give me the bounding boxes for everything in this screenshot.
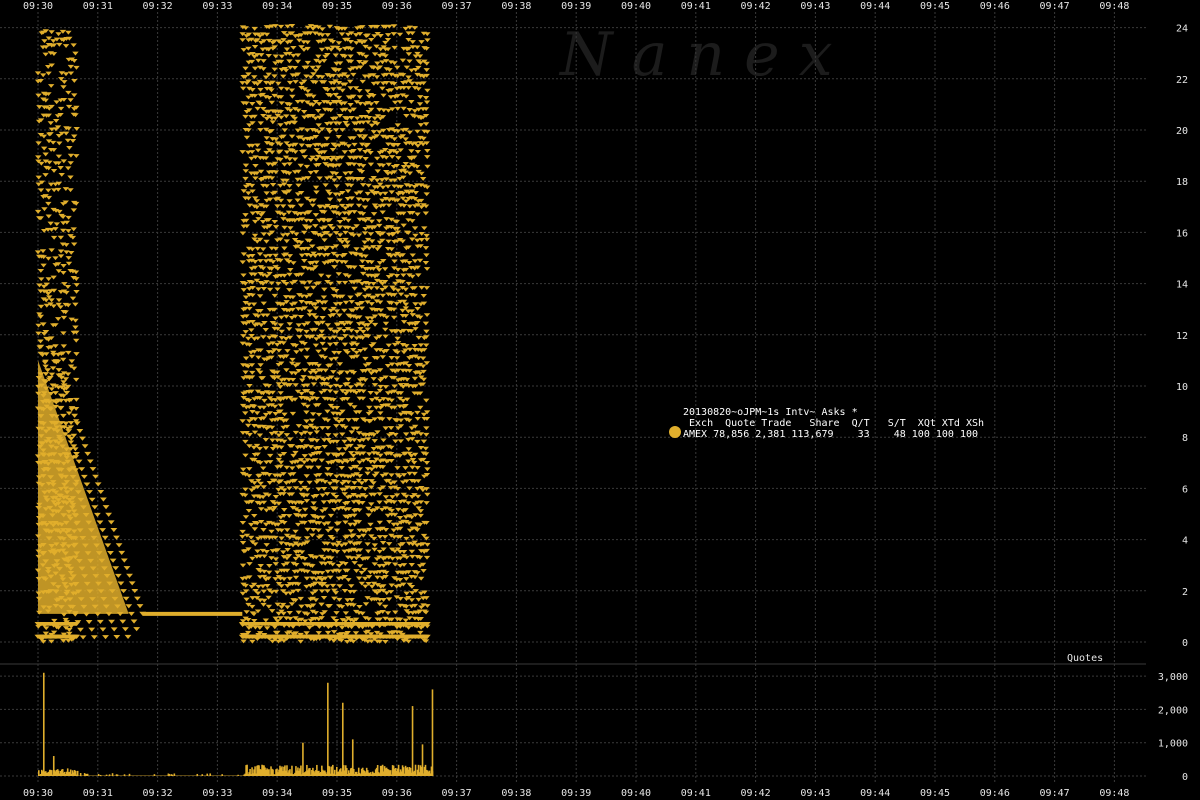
x-tick-label: 09:41 <box>681 1 711 12</box>
data-bar <box>414 764 417 776</box>
data-bar <box>411 706 414 776</box>
x-tick-label: 09:35 <box>322 1 352 12</box>
x-tick-label: 09:30 <box>23 788 53 799</box>
x-tick-label: 09:42 <box>741 788 771 799</box>
legend-title: 20130820~oJPM~1s Intv~ Asks * <box>683 407 858 418</box>
background <box>0 0 1200 800</box>
x-tick-label: 09:38 <box>501 1 531 12</box>
x-tick-label: 09:40 <box>621 788 651 799</box>
data-bar <box>431 689 434 776</box>
y-tick-label: 14 <box>1176 280 1188 291</box>
y-tick-label: 4 <box>1182 536 1188 547</box>
x-tick-label: 09:37 <box>442 1 472 12</box>
x-tick-label: 09:46 <box>980 1 1010 12</box>
x-tick-label: 09:42 <box>741 1 771 12</box>
x-tick-label: 09:34 <box>262 788 292 799</box>
x-tick-label: 09:35 <box>322 788 352 799</box>
data-bar <box>111 773 114 776</box>
y-tick-label: 0 <box>1182 772 1188 783</box>
x-tick-label: 09:34 <box>262 1 292 12</box>
x-tick-label: 09:36 <box>382 788 412 799</box>
x-tick-label: 09:44 <box>860 788 890 799</box>
data-bar <box>421 744 424 776</box>
data-bar <box>76 770 79 776</box>
data-bar <box>302 742 304 776</box>
x-tick-label: 09:32 <box>143 1 173 12</box>
y-tick-label: 3,000 <box>1158 672 1188 683</box>
x-tick-label: 09:48 <box>1099 788 1129 799</box>
x-tick-label: 09:31 <box>83 788 113 799</box>
x-tick-label: 09:47 <box>1040 788 1070 799</box>
x-tick-label: 09:41 <box>681 788 711 799</box>
y-tick-label: 10 <box>1176 382 1188 393</box>
y-tick-label: 20 <box>1176 126 1188 137</box>
y-tick-label: 24 <box>1176 24 1188 35</box>
legend-header: Exch Quote Trade Share Q/T S/T XQt XTd X… <box>683 418 984 429</box>
x-tick-label: 09:33 <box>202 788 232 799</box>
y-tick-label: 0 <box>1182 638 1188 649</box>
y-tick-label: 12 <box>1176 331 1188 342</box>
y-tick-label: 2 <box>1182 587 1188 598</box>
x-tick-label: 09:44 <box>860 1 890 12</box>
data-bar <box>79 773 82 776</box>
data-bar <box>206 773 209 776</box>
x-tick-label: 09:45 <box>920 788 950 799</box>
x-tick-label: 09:30 <box>23 1 53 12</box>
y-tick-label: 16 <box>1176 228 1188 239</box>
x-tick-label: 09:36 <box>382 1 412 12</box>
x-tick-label: 09:37 <box>442 788 472 799</box>
x-tick-label: 09:39 <box>561 788 591 799</box>
x-tick-label: 09:43 <box>800 1 830 12</box>
y-tick-label: 1,000 <box>1158 739 1188 750</box>
y-tick-label: 8 <box>1182 433 1188 444</box>
watermark: N a n e x <box>558 20 833 90</box>
x-tick-label: 09:40 <box>621 1 651 12</box>
nanex-chart: N a n e x 09:30 09:31 09:32 09:33 09:34 09:35… <box>0 0 1200 800</box>
x-tick-label: 09:39 <box>561 1 591 12</box>
x-tick-label: 09:43 <box>800 788 830 799</box>
legend-row: AMEX 78,856 2,381 113,679 33 48 100 100 … <box>683 429 978 440</box>
x-tick-label: 09:32 <box>143 788 173 799</box>
x-tick-label: 09:38 <box>501 788 531 799</box>
legend-marker <box>669 426 681 438</box>
data-bar <box>327 682 329 776</box>
y-tick-label: 18 <box>1176 177 1188 188</box>
y-tick-label: 6 <box>1182 484 1188 495</box>
data-bar <box>42 672 45 776</box>
data-bar <box>351 739 354 776</box>
data-bar <box>52 756 55 776</box>
y-tick-label: 22 <box>1176 75 1188 86</box>
x-tick-label: 09:47 <box>1040 1 1070 12</box>
data-bar <box>341 702 344 776</box>
x-tick-label: 09:45 <box>920 1 950 12</box>
y-tick-label: 2,000 <box>1158 705 1188 716</box>
data-bar <box>173 773 176 776</box>
x-tick-label: 09:48 <box>1099 1 1129 12</box>
x-tick-label: 09:31 <box>83 1 113 12</box>
data-bar <box>209 773 212 776</box>
lower-panel-label: Quotes <box>1067 653 1103 664</box>
x-tick-label: 09:33 <box>202 1 232 12</box>
x-tick-label: 09:46 <box>980 788 1010 799</box>
